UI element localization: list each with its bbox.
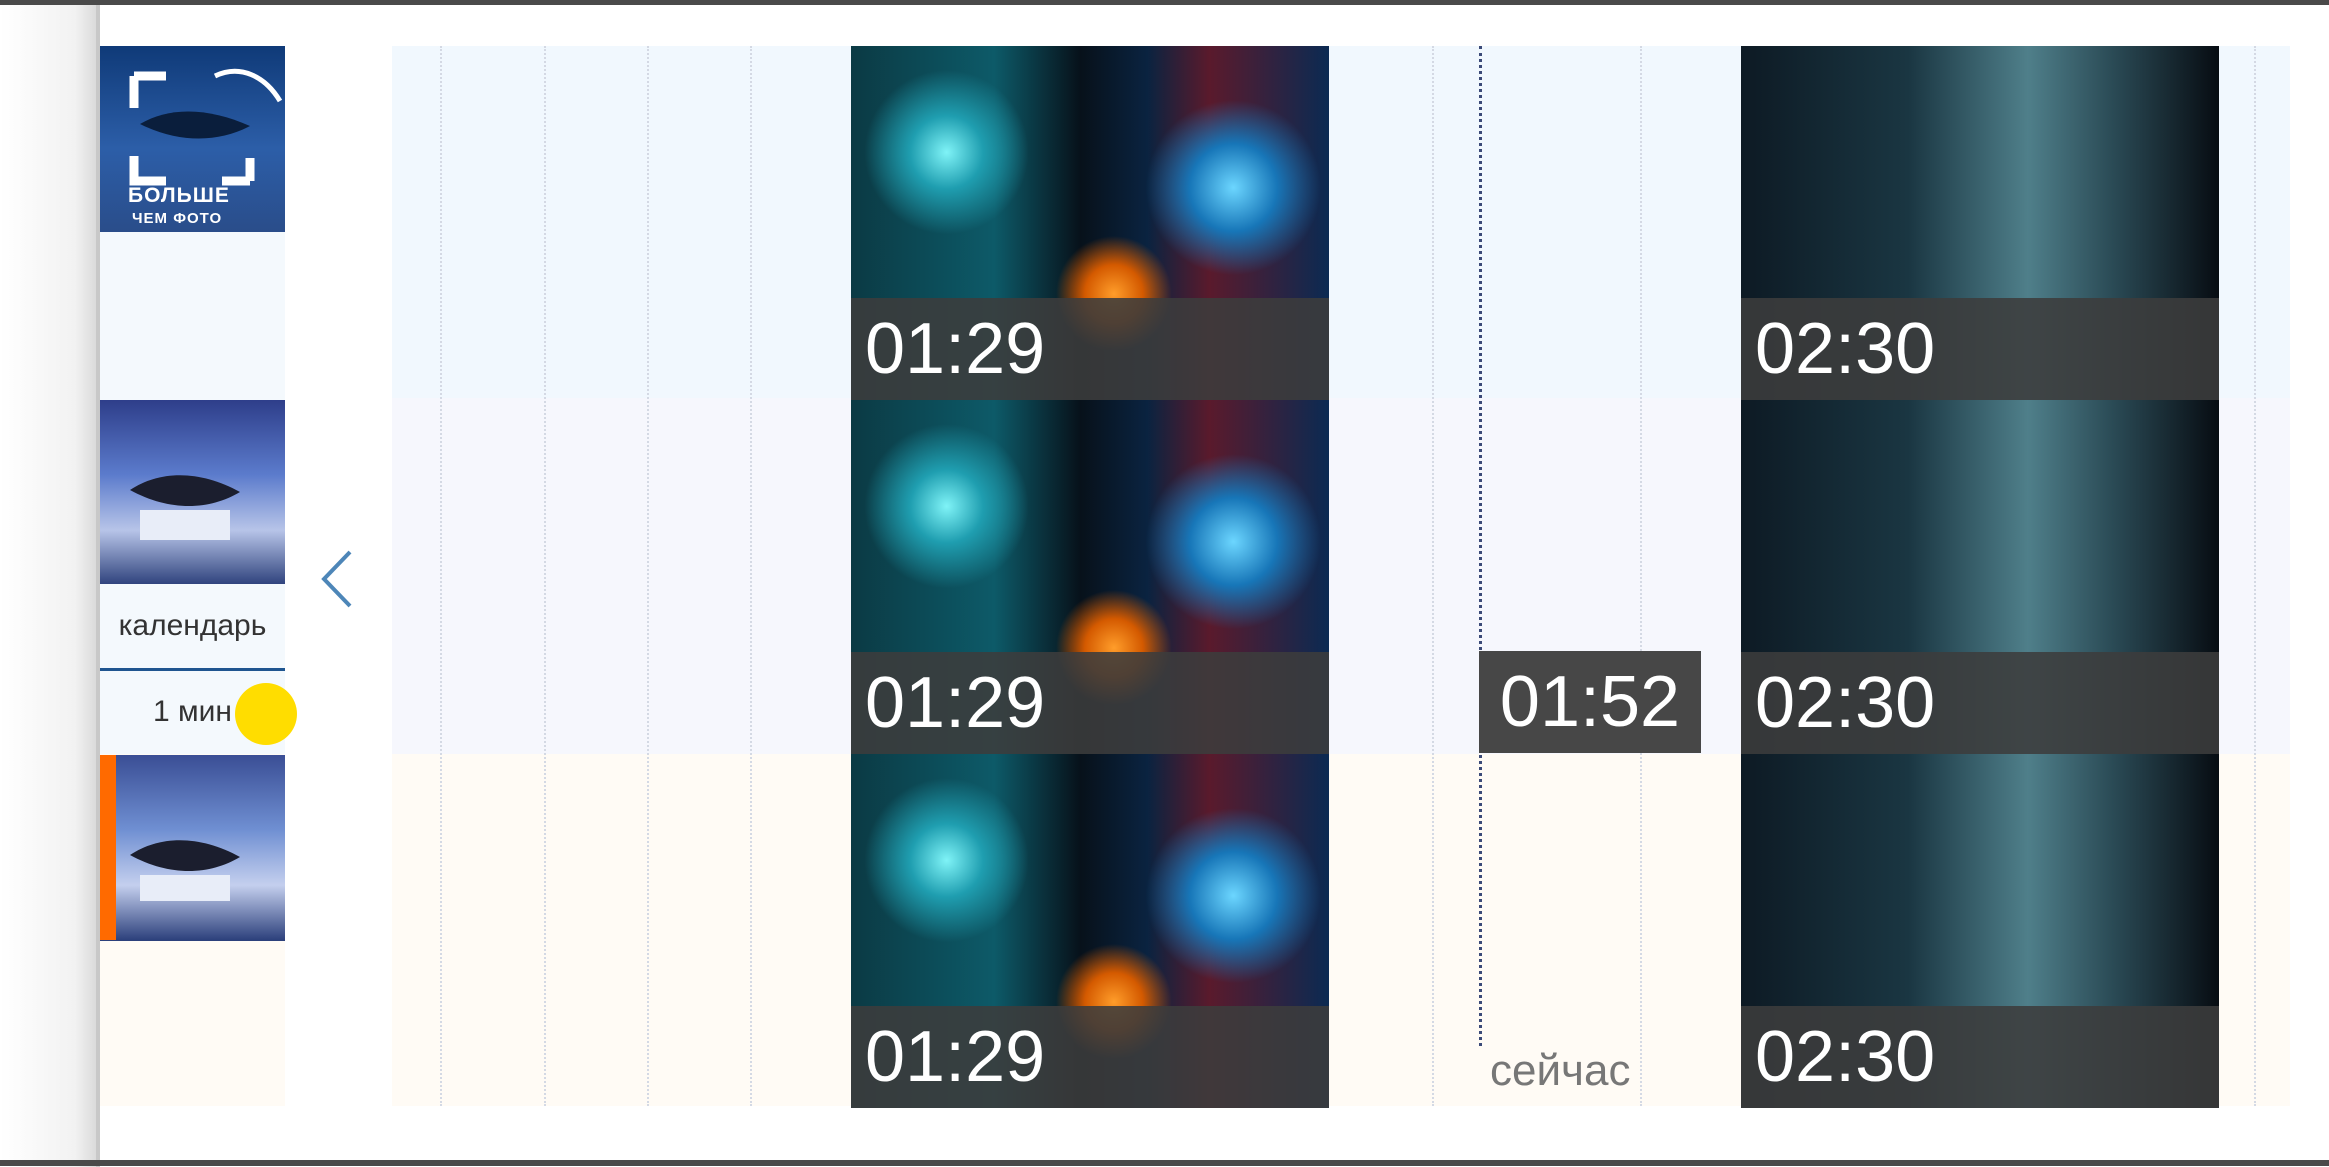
calendar-button[interactable]: календарь: [100, 584, 285, 671]
logo-title: БОЛЬШЕ: [128, 184, 230, 207]
tile-time: 01:29: [865, 309, 1046, 389]
tile-time: 01:29: [865, 663, 1046, 743]
camera-preview-image: [130, 475, 240, 540]
logo-subtitle: ЧЕМ ФОТО: [132, 210, 223, 227]
camera-thumbnail[interactable]: [100, 400, 285, 586]
grid-line: [647, 46, 649, 1106]
recording-tile[interactable]: 02:30: [1741, 400, 2219, 754]
recording-tile[interactable]: 02:30: [1741, 46, 2219, 400]
camera-preview-image: [130, 840, 240, 901]
recording-tile[interactable]: 01:29: [851, 754, 1329, 1108]
now-indicator-line: [1479, 46, 1482, 1046]
bottom-border: [0, 1160, 2329, 1166]
touch-cursor-indicator: [235, 683, 297, 745]
grid-line: [750, 46, 752, 1106]
left-frame: [0, 0, 100, 1167]
recording-tile[interactable]: 01:29: [851, 46, 1329, 400]
now-label: сейчас: [1490, 1046, 1631, 1095]
current-time-badge: 01:52: [1479, 651, 1701, 753]
grid-line: [2254, 46, 2256, 1106]
grid-line: [1640, 46, 1642, 1106]
grid-line: [1432, 46, 1434, 1106]
grid-line: [544, 46, 546, 1106]
tile-time: 02:30: [1755, 1017, 1936, 1097]
top-border: [0, 0, 2329, 5]
grid-line: [440, 46, 442, 1106]
camera-thumbnail[interactable]: [100, 755, 285, 941]
tile-time: 02:30: [1755, 663, 1936, 743]
recording-tile[interactable]: 02:30: [1741, 754, 2219, 1108]
tile-time: 02:30: [1755, 309, 1936, 389]
recording-tile[interactable]: 01:29: [851, 400, 1329, 754]
chevron-left-icon[interactable]: [318, 548, 358, 610]
selected-row-marker: [100, 755, 116, 940]
tile-time: 01:29: [865, 1017, 1046, 1097]
